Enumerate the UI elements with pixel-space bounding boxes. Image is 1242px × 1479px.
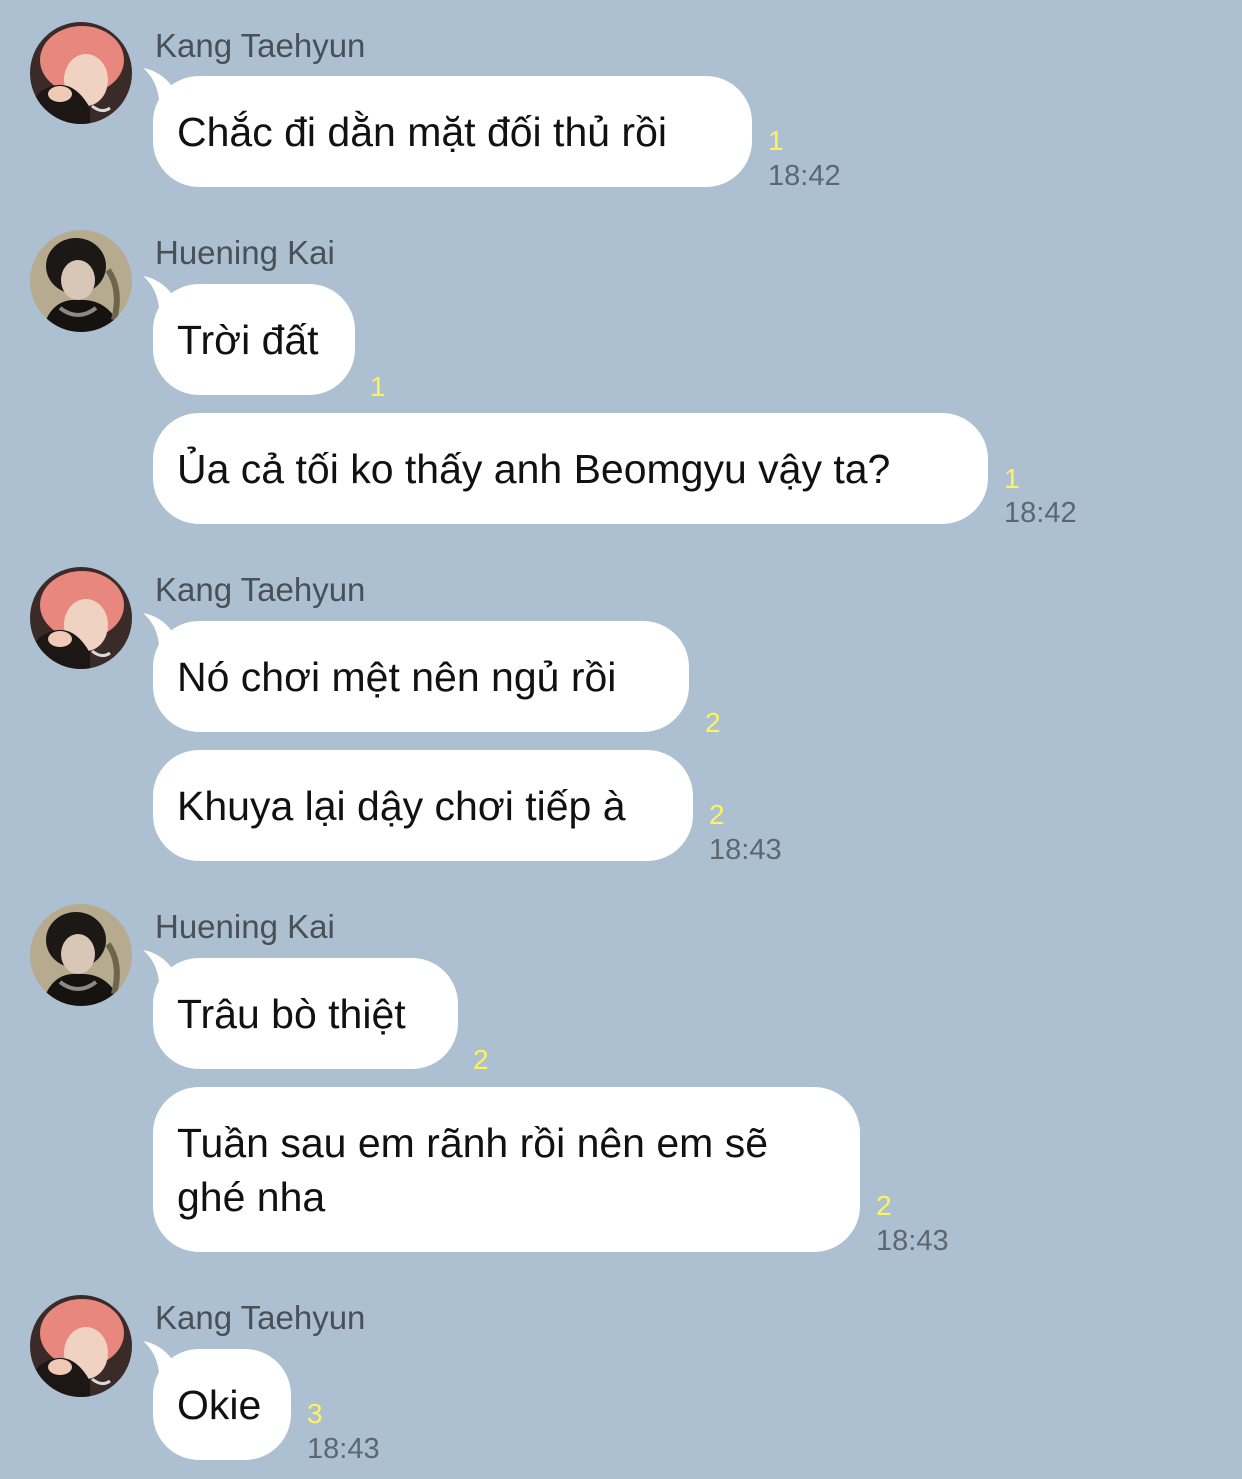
timestamp: 18:43 [307, 1433, 380, 1465]
message-text: Trời đất [177, 316, 319, 363]
timestamp: 18:42 [1004, 497, 1077, 529]
read-count: 1 [768, 125, 784, 156]
sender-name: Kang Taehyun [155, 1299, 366, 1336]
message-text: Trâu bò thiệt [177, 990, 406, 1037]
chat-area[interactable]: Kang Taehyun Chắc đi dằn mặt đối thủ rồi… [0, 0, 1242, 1479]
bubble-tail [143, 613, 177, 645]
read-count: 2 [473, 1044, 489, 1075]
message-bubble[interactable]: Khuya lại dậy chơi tiếp à [153, 750, 693, 861]
message-bubble[interactable]: Ủa cả tối ko thấy anh Beomgyu vậy ta? [153, 413, 988, 524]
avatar-kang-taehyun[interactable] [30, 567, 132, 669]
sender-name: Huening Kai [155, 234, 335, 271]
read-count: 2 [876, 1190, 892, 1221]
sender-name: Kang Taehyun [155, 571, 366, 608]
message-text: Khuya lại dậy chơi tiếp à [177, 782, 626, 829]
message-bubble[interactable]: Trời đất [143, 276, 355, 395]
read-count: 3 [307, 1398, 323, 1429]
message-text: Chắc đi dằn mặt đối thủ rồi [177, 108, 667, 155]
timestamp: 18:43 [709, 834, 782, 866]
timestamp: 18:42 [768, 160, 841, 192]
message-bubble[interactable]: Chắc đi dằn mặt đối thủ rồi [143, 68, 752, 187]
message-text: Nó chơi mệt nên ngủ rồi [177, 653, 617, 700]
avatar-kang-taehyun[interactable] [30, 22, 132, 124]
message-text: Tuần sau em rãnh rồi nên em sẽ ghé nha [177, 1119, 769, 1220]
read-count: 2 [705, 707, 721, 738]
message-bubble[interactable]: Okie [143, 1341, 291, 1460]
bubble-tail [143, 276, 177, 308]
message-text: Ủa cả tối ko thấy anh Beomgyu vậy ta? [177, 445, 891, 492]
sender-name: Huening Kai [155, 908, 335, 945]
sender-name: Kang Taehyun [155, 27, 366, 64]
avatar-huening-kai[interactable] [30, 230, 132, 332]
message-bubble[interactable]: Trâu bò thiệt [143, 950, 458, 1069]
read-count: 2 [709, 799, 725, 830]
bubble-tail [143, 950, 177, 982]
read-count: 1 [370, 371, 386, 402]
avatar-kang-taehyun[interactable] [30, 1295, 132, 1397]
avatar-huening-kai[interactable] [30, 904, 132, 1006]
message-bubble[interactable]: Tuần sau em rãnh rồi nên em sẽ ghé nha [153, 1087, 860, 1252]
message-bubble[interactable]: Nó chơi mệt nên ngủ rồi [143, 613, 689, 732]
read-count: 1 [1004, 463, 1020, 494]
timestamp: 18:43 [876, 1225, 949, 1257]
message-text: Okie [177, 1381, 262, 1428]
bubble-tail [143, 1341, 177, 1373]
bubble-tail [143, 68, 177, 100]
